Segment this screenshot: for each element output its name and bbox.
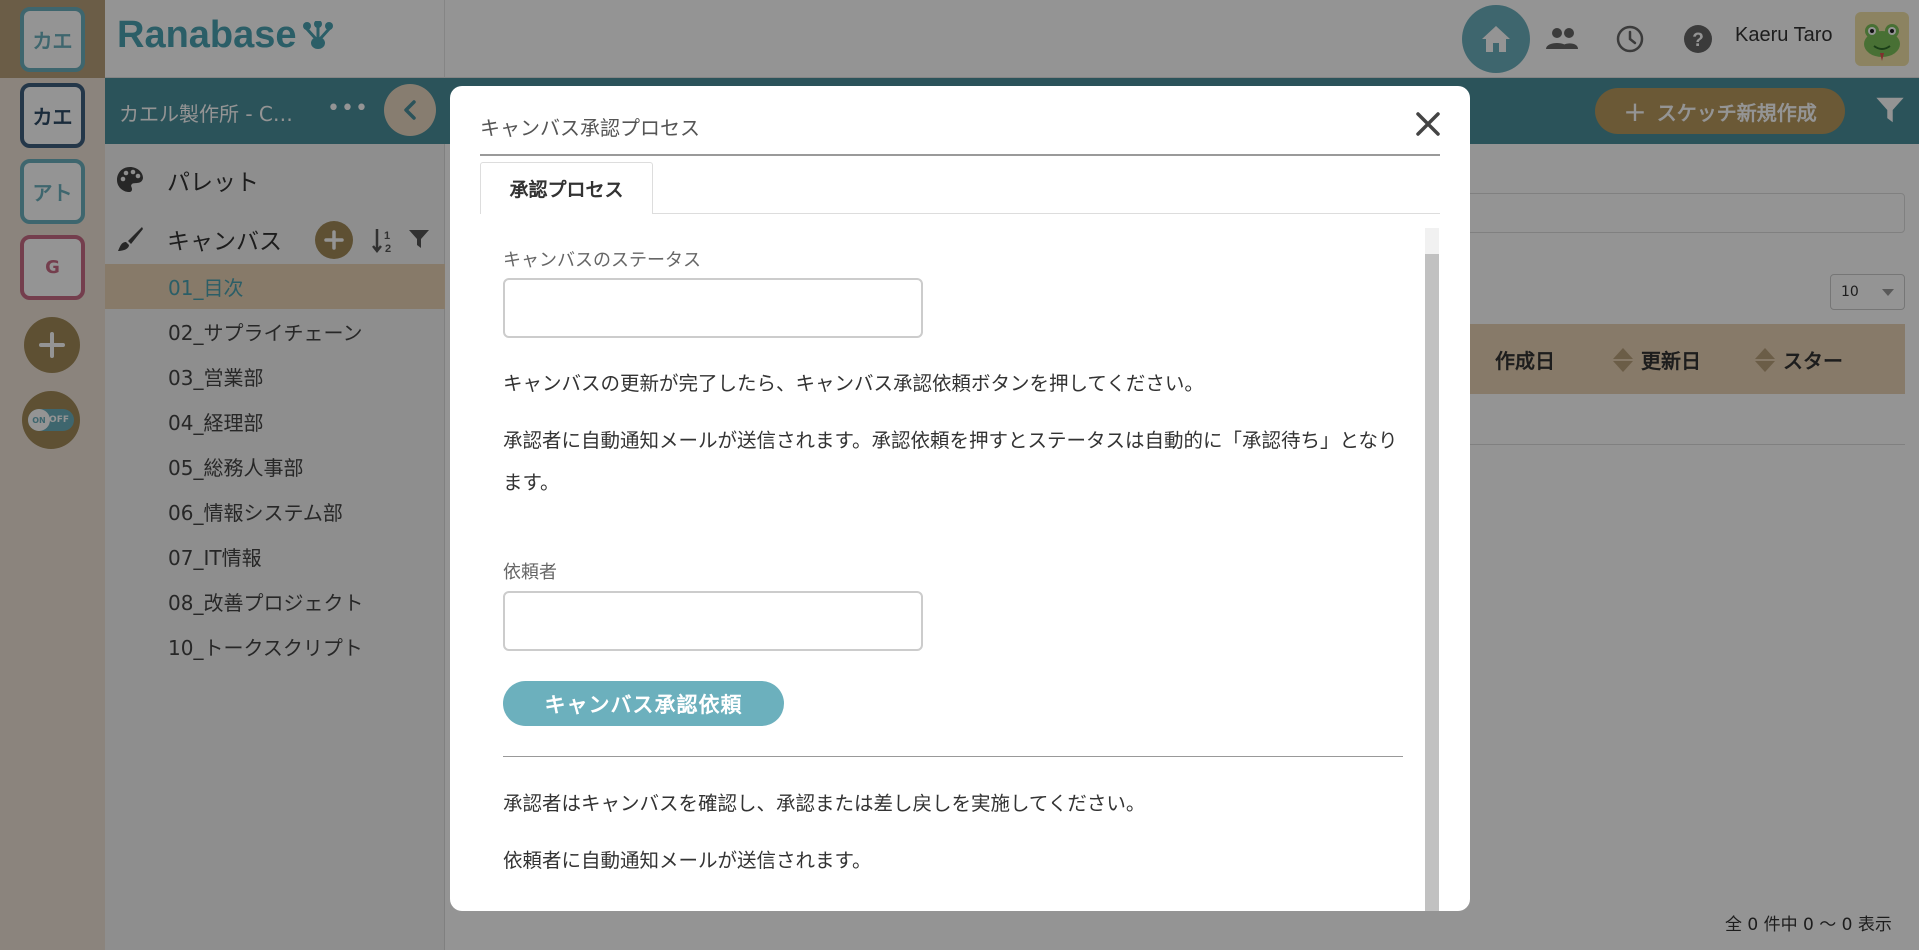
requester-field[interactable]	[503, 591, 923, 651]
modal-scrollbar-thumb[interactable]	[1425, 254, 1439, 911]
instruction-text-2: 承認者に自動通知メールが送信されます。承認依頼を押すとステータスは自動的に「承認…	[503, 429, 1398, 494]
close-button[interactable]	[1408, 104, 1448, 144]
notify-note: 依頼者に自動通知メールが送信されます。	[503, 849, 872, 872]
modal-title: キャンバス承認プロセス	[480, 116, 700, 140]
modal-title-rule	[480, 154, 1440, 156]
section-divider	[503, 756, 1403, 757]
tab-approval-process[interactable]: 承認プロセス	[480, 162, 653, 214]
requester-label: 依頼者	[503, 562, 557, 583]
tab-rule	[653, 213, 1440, 214]
request-approval-button[interactable]: キャンバス承認依頼	[503, 681, 784, 726]
approver-note: 承認者はキャンバスを確認し、承認または差し戻しを実施してください。	[503, 792, 1146, 815]
status-field[interactable]	[503, 278, 923, 338]
approval-process-modal: キャンバス承認プロセス 承認プロセス キャンバスのステータス キャンバスの更新が…	[450, 86, 1470, 911]
close-icon	[1416, 112, 1440, 136]
instruction-text-1: キャンバスの更新が完了したら、キャンバス承認依頼ボタンを押してください。	[503, 372, 1204, 395]
status-label: キャンバスのステータス	[503, 250, 701, 271]
